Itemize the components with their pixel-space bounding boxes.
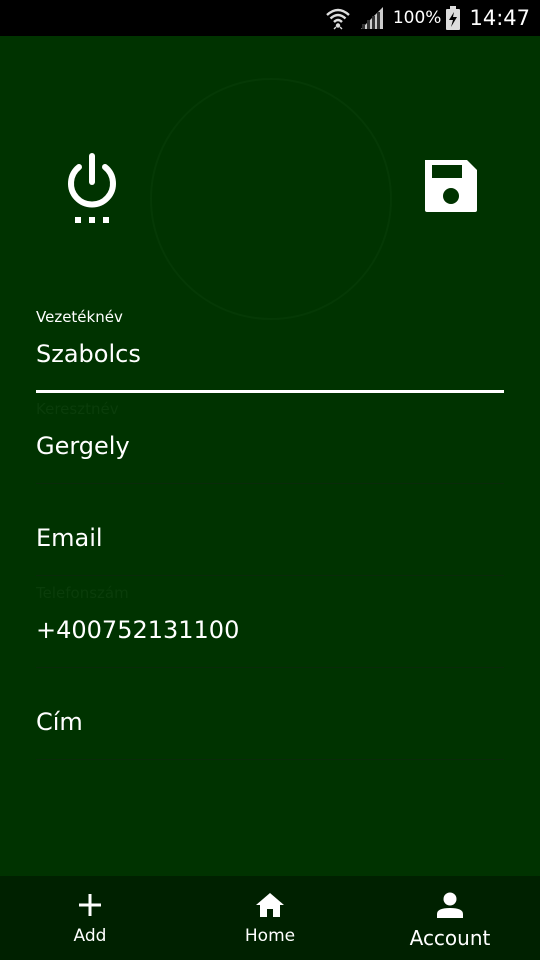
nav-item-add[interactable]: Add bbox=[0, 876, 180, 960]
address-underline bbox=[36, 759, 504, 760]
save-button[interactable] bbox=[418, 155, 484, 221]
nav-label-account: Account bbox=[409, 926, 491, 950]
email-placeholder[interactable]: Email bbox=[36, 524, 103, 552]
address-placeholder[interactable]: Cím bbox=[36, 708, 83, 736]
email-field[interactable]: Email bbox=[36, 484, 504, 576]
wifi-icon bbox=[325, 5, 351, 31]
last-name-field[interactable]: Vezetéknév Szabolcs bbox=[36, 300, 504, 393]
last-name-label: Vezetéknév bbox=[36, 308, 123, 326]
person-icon bbox=[436, 892, 464, 922]
power-icon bbox=[62, 150, 122, 234]
avatar-placeholder[interactable] bbox=[150, 78, 392, 320]
nav-item-home[interactable]: Home bbox=[180, 876, 360, 960]
nav-label-add: Add bbox=[73, 926, 107, 946]
phone-value[interactable]: +400752131100 bbox=[36, 616, 239, 644]
address-field[interactable]: Cím bbox=[36, 668, 504, 760]
nav-item-account[interactable]: Account bbox=[360, 876, 540, 960]
plus-icon bbox=[77, 892, 103, 922]
signal-icon bbox=[359, 5, 385, 31]
home-icon bbox=[255, 892, 285, 922]
phone-field[interactable]: Telefonszám +400752131100 bbox=[36, 576, 504, 668]
profile-form: Vezetéknév Szabolcs Keresztnév Gergely E… bbox=[36, 300, 504, 760]
nav-label-home: Home bbox=[244, 926, 296, 946]
phone-label: Telefonszám bbox=[36, 584, 129, 602]
battery-charging-icon bbox=[445, 5, 461, 31]
bottom-navigation: Add Home Account bbox=[0, 876, 540, 960]
power-button[interactable] bbox=[60, 150, 124, 230]
first-name-value[interactable]: Gergely bbox=[36, 432, 130, 460]
battery-percent: 100% bbox=[392, 8, 442, 28]
clock-time: 14:47 bbox=[469, 6, 530, 30]
first-name-label: Keresztnév bbox=[36, 400, 119, 418]
floppy-save-icon bbox=[421, 156, 481, 220]
last-name-value[interactable]: Szabolcs bbox=[36, 340, 141, 368]
first-name-field[interactable]: Keresztnév Gergely bbox=[36, 392, 504, 484]
status-bar: 100% 14:47 bbox=[0, 0, 540, 36]
